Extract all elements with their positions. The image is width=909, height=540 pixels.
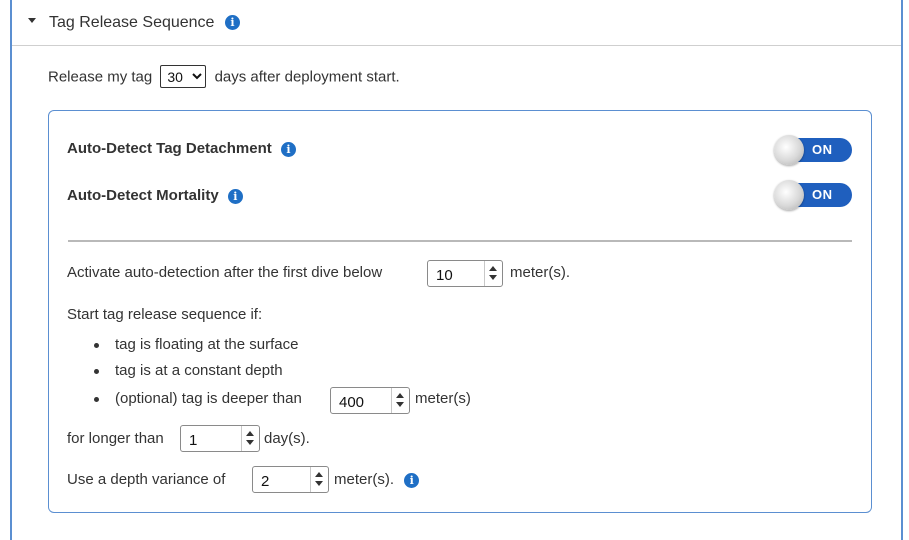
info-icon[interactable]: i [227, 188, 243, 204]
stepper-down-icon[interactable] [315, 481, 323, 486]
toggle-state-label: ON [812, 142, 833, 157]
conditions-intro: Start tag release sequence if: [67, 306, 263, 323]
duration-unit: day(s). [264, 430, 310, 447]
section-title-text: Tag Release Sequence [49, 14, 215, 31]
release-row: Release my tag 30 days after deployment … [48, 65, 400, 88]
stepper[interactable] [241, 426, 259, 451]
info-icon[interactable]: i [404, 472, 420, 488]
stepper-down-icon[interactable] [246, 440, 254, 445]
release-prefix: Release my tag [48, 68, 153, 86]
mortality-row: Auto-Detect Mortality i [67, 187, 243, 204]
mortality-label: Auto-Detect Mortality [67, 187, 219, 204]
section-title: Tag Release Sequence i [49, 14, 240, 32]
caret-down-icon[interactable] [28, 18, 36, 23]
condition-item: (optional) tag is deeper than [115, 390, 302, 407]
variance-value: 2 [261, 473, 270, 490]
stepper[interactable] [484, 261, 502, 286]
tag-detachment-label: Auto-Detect Tag Detachment [67, 140, 272, 157]
section-header[interactable]: Tag Release Sequence i [12, 0, 901, 46]
toggle-knob[interactable] [774, 135, 804, 165]
stepper[interactable] [391, 388, 409, 413]
toggle-knob[interactable] [774, 180, 804, 210]
tag-detachment-row: Auto-Detect Tag Detachment i [67, 140, 296, 157]
stepper-down-icon[interactable] [489, 275, 497, 280]
duration-input[interactable]: 1 [180, 425, 260, 452]
mortality-toggle[interactable]: ON [774, 180, 852, 210]
bullet [94, 369, 99, 374]
variance-unit: meter(s). [334, 471, 394, 488]
divider [68, 240, 852, 242]
optional-depth-input[interactable]: 400 [330, 387, 410, 414]
activation-depth-input[interactable]: 10 [427, 260, 503, 287]
stepper[interactable] [310, 467, 328, 492]
info-icon[interactable]: i [224, 15, 240, 31]
bullet [94, 397, 99, 402]
bullet [94, 343, 99, 348]
stepper-down-icon[interactable] [396, 402, 404, 407]
activation-depth-value: 10 [436, 267, 453, 284]
stepper-up-icon[interactable] [315, 472, 323, 477]
release-days-select[interactable]: 30 [160, 65, 207, 88]
optional-depth-value: 400 [339, 394, 365, 411]
variance-input[interactable]: 2 [252, 466, 329, 493]
toggle-state-label: ON [812, 187, 833, 202]
duration-value: 1 [189, 432, 198, 449]
activation-prefix: Activate auto-detection after the first … [67, 264, 383, 281]
tag-detachment-toggle[interactable]: ON [774, 135, 852, 165]
stepper-up-icon[interactable] [396, 393, 404, 398]
info-icon[interactable]: i [280, 141, 296, 157]
variance-prefix: Use a depth variance of [67, 471, 226, 488]
condition-item: tag is at a constant depth [115, 362, 283, 379]
condition-item: tag is floating at the surface [115, 336, 299, 353]
stepper-up-icon[interactable] [489, 266, 497, 271]
release-suffix: days after deployment start. [214, 68, 400, 86]
stepper-up-icon[interactable] [246, 431, 254, 436]
duration-prefix: for longer than [67, 430, 164, 447]
optional-depth-unit: meter(s) [415, 390, 471, 407]
activation-unit: meter(s). [510, 264, 570, 281]
variance-unit-row: meter(s). i [334, 471, 420, 488]
